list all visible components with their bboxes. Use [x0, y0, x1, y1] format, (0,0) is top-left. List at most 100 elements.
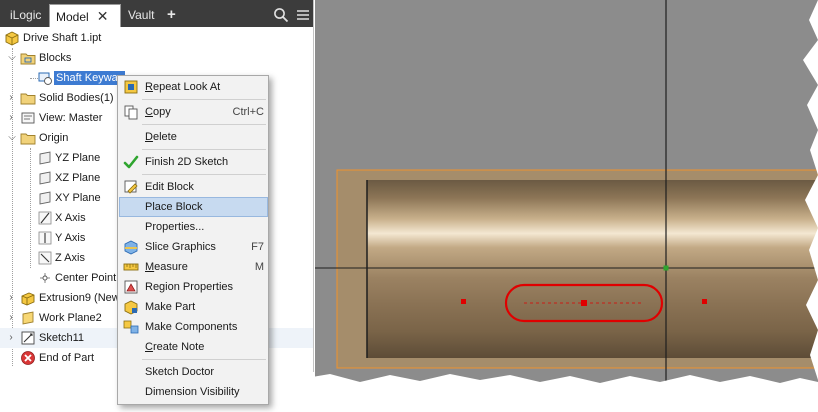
label-text: reate Note — [152, 341, 205, 353]
menu-item-label: Finish 2D Sketch — [145, 156, 229, 168]
ruler-icon — [123, 263, 139, 271]
chevron-right-icon[interactable]: › — [6, 92, 16, 104]
menu-item-label: Dimension Visibility — [145, 386, 240, 398]
menu-separator — [142, 124, 266, 125]
tab-vault-label: Vault — [128, 8, 155, 22]
folder-icon — [20, 93, 36, 105]
tree-item-label-selected: Shaft Keyway — [52, 70, 127, 86]
tree-item-label: End of Part — [39, 352, 95, 364]
tree-item-label: Solid Bodies(1) — [39, 92, 114, 104]
menu-item-edit-block[interactable]: Edit Block — [119, 177, 268, 197]
menu-item-dimension-visibility[interactable]: Dimension Visibility — [119, 382, 268, 402]
menu-separator — [142, 359, 266, 360]
origin-point[interactable] — [663, 265, 669, 271]
menu-item-sketch-doctor[interactable]: Sketch Doctor — [119, 362, 268, 382]
close-icon[interactable]: ✕ — [97, 5, 109, 28]
tab-model[interactable]: Model ✕ — [49, 4, 121, 27]
tab-ilogic[interactable]: iLogic — [4, 4, 47, 27]
menu-item-label: Edit Block — [145, 181, 194, 193]
menu-item-label: Repeat Look At — [145, 80, 220, 94]
menu-item-create-note[interactable]: Create Note — [119, 337, 268, 357]
work-point-icon — [40, 273, 50, 283]
menu-separator — [142, 99, 266, 100]
chevron-down-icon[interactable]: ⌵ — [7, 132, 17, 144]
menu-item-place-block[interactable]: Place Block — [119, 197, 268, 217]
menu-item-measure[interactable]: Measure M — [119, 257, 268, 277]
menu-item-label: Measure — [145, 260, 188, 274]
tree-item-label: Y Axis — [55, 232, 86, 244]
tab-vault[interactable]: Vault — [122, 4, 160, 27]
search-icon[interactable] — [272, 6, 290, 24]
menu-item-label: Properties... — [145, 221, 205, 233]
menu-item-properties[interactable]: Properties... — [119, 217, 268, 237]
chevron-down-icon[interactable]: ⌵ — [7, 52, 17, 64]
copy-icon — [124, 105, 138, 120]
menu-item-label: Slice Graphics — [145, 241, 216, 253]
tree-item-label: Center Point — [55, 272, 117, 284]
look-at-icon — [124, 80, 138, 94]
sketch-point-left[interactable] — [461, 299, 466, 304]
tree-item-label: XZ Plane — [55, 172, 101, 184]
extrusion-icon — [21, 292, 35, 306]
chevron-right-icon[interactable]: › — [6, 332, 16, 344]
menu-item-label: Region Properties — [145, 281, 234, 293]
make-components-icon — [123, 320, 139, 334]
keyway-center-point[interactable] — [581, 300, 587, 306]
menu-item-shortcut: M — [254, 261, 264, 273]
menu-item-make-part[interactable]: Make Part — [119, 297, 268, 317]
chevron-right-icon[interactable]: › — [6, 292, 16, 304]
menu-item-label: Sketch Doctor — [145, 366, 215, 378]
tree-item-label: Sketch11 — [39, 332, 85, 344]
mnemonic-letter: M — [145, 261, 155, 273]
folder-icon — [20, 133, 36, 145]
menu-item-repeat-look-at[interactable]: Repeat Look At — [119, 77, 268, 97]
work-plane-icon — [22, 311, 34, 325]
chevron-right-icon[interactable]: › — [6, 312, 16, 324]
tree-item-label: Blocks — [39, 52, 72, 64]
work-axis-icon — [38, 211, 52, 225]
work-axis-icon — [38, 251, 52, 265]
label-text: elete — [152, 131, 177, 143]
folder-icon — [20, 53, 36, 65]
label-text: easure — [154, 261, 188, 273]
mnemonic-letter: C — [145, 106, 153, 118]
menu-item-make-components[interactable]: Make Components — [119, 317, 268, 337]
hamburger-menu-icon[interactable] — [294, 6, 312, 24]
work-plane-icon — [39, 151, 51, 165]
sketch-point-right[interactable] — [702, 299, 707, 304]
menu-item-finish-2d-sketch[interactable]: Finish 2D Sketch — [119, 152, 268, 172]
work-plane-icon — [39, 171, 51, 185]
browser-tab-bar: iLogic Model ✕ Vault + — [0, 0, 313, 27]
tree-item-label: Drive Shaft 1.ipt — [23, 32, 102, 44]
menu-item-region-properties[interactable]: Region Properties — [119, 277, 268, 297]
viewport-canvas[interactable] — [315, 0, 818, 394]
tree-item-root[interactable]: Drive Shaft 1.ipt — [0, 28, 313, 48]
menu-item-copy[interactable]: Copy Ctrl+C — [119, 102, 268, 122]
sketch-block-icon — [38, 72, 52, 85]
sketch-icon — [21, 331, 35, 345]
label-text: opy — [152, 106, 171, 118]
shaft-body[interactable] — [367, 180, 818, 358]
menu-item-delete[interactable]: Delete — [119, 127, 268, 147]
context-menu: Repeat Look At Copy Ctrl+C Delete Finish… — [117, 75, 269, 405]
mnemonic-letter: D — [145, 131, 153, 143]
menu-separator — [142, 174, 266, 175]
menu-item-label: Copy — [145, 105, 171, 119]
menu-item-shortcut: F7 — [251, 241, 264, 253]
chevron-right-icon[interactable]: › — [6, 112, 16, 124]
add-tab-button[interactable]: + — [167, 4, 176, 27]
menu-item-label: Make Components — [145, 321, 238, 333]
menu-item-label: Place Block — [145, 201, 203, 213]
menu-item-label: Delete — [145, 130, 177, 144]
edit-block-icon — [124, 180, 138, 194]
menu-item-shortcut: Ctrl+C — [232, 106, 264, 118]
graphics-viewport[interactable] — [315, 0, 818, 394]
tree-item-label: Work Plane2 — [39, 312, 102, 324]
menu-item-label: Create Note — [145, 340, 204, 354]
menu-separator — [142, 149, 266, 150]
menu-item-slice-graphics[interactable]: Slice Graphics F7 — [119, 237, 268, 257]
tab-model-label: Model — [56, 10, 89, 24]
tree-item-blocks[interactable]: ⌵ Blocks — [0, 48, 313, 68]
checkmark-icon — [123, 155, 139, 169]
label-text: epeat Look At — [152, 81, 221, 93]
